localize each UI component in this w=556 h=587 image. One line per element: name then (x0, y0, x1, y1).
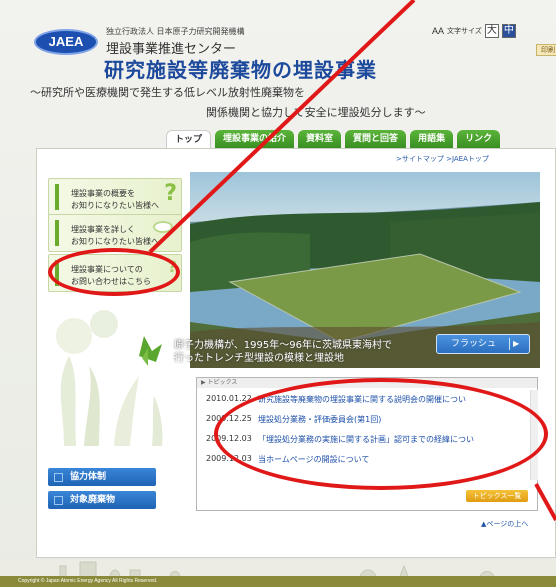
annotation-arrow-line (534, 483, 556, 521)
annotation-arrow-line (148, 0, 416, 254)
annotation-arrows (148, 0, 556, 521)
